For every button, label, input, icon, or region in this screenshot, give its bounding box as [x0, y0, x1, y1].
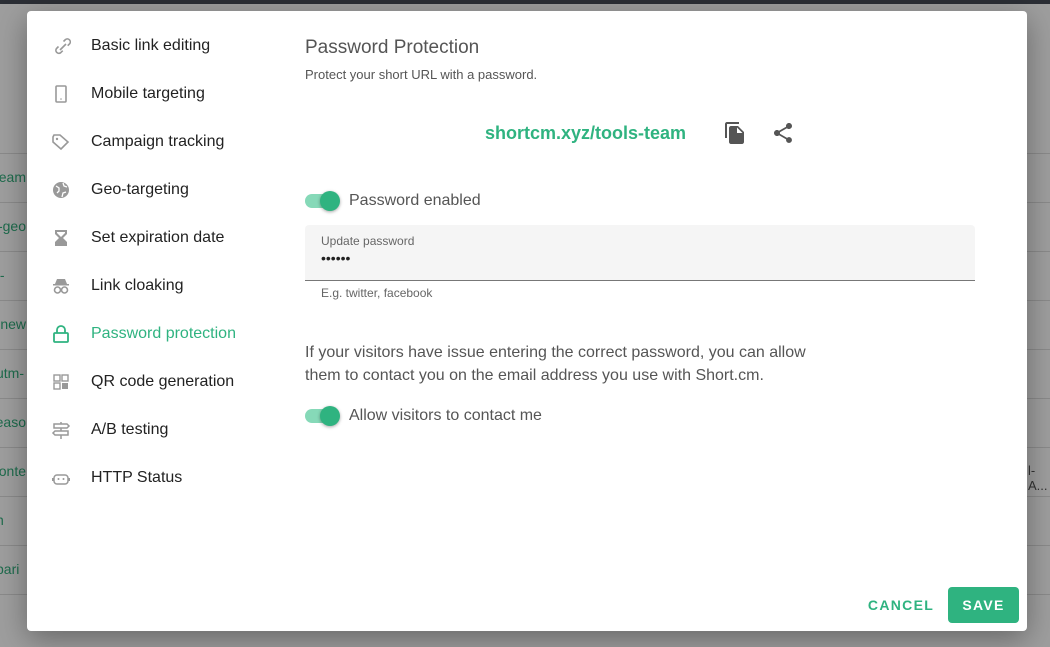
background-cell: l-A...: [1028, 463, 1048, 493]
link-settings-dialog: Basic link editing Mobile targeting Campai…: [27, 11, 1027, 631]
sidebar-item-http-status[interactable]: HTTP Status: [27, 454, 287, 502]
hourglass-icon: [55, 230, 67, 246]
update-password-field[interactable]: Update password: [305, 225, 975, 281]
background-link: f-new: [0, 316, 26, 332]
robot-icon: [52, 474, 70, 485]
contact-info-text: If your visitors have issue entering the…: [305, 344, 806, 384]
share-icon[interactable]: [771, 121, 795, 145]
sidebar-item-label: Basic link editing: [91, 37, 211, 54]
background-link: -t: [0, 267, 5, 283]
mobile-icon: [55, 85, 67, 103]
settings-sidebar: Basic link editing Mobile targeting Campai…: [27, 22, 287, 502]
link-icon: [55, 38, 71, 55]
save-button[interactable]: SAVE: [948, 587, 1019, 623]
background-link: reaso: [0, 414, 26, 430]
background-link: -utm: [0, 365, 25, 381]
sidebar-item-label: Geo-targeting: [91, 181, 189, 198]
password-input[interactable]: [321, 250, 951, 266]
update-password-label: Update password: [321, 234, 415, 248]
sidebar-item-a-b-testing[interactable]: A/B testing: [27, 406, 287, 454]
sidebar-item-password-protection[interactable]: Password protection: [27, 310, 287, 358]
sidebar-item-link-cloaking[interactable]: Link cloaking: [27, 262, 287, 310]
sidebar-item-label: Set expiration date: [91, 229, 225, 246]
background-link: pari: [0, 561, 20, 577]
signpost-icon: [51, 422, 71, 439]
password-enabled-toggle[interactable]: [305, 191, 341, 211]
page-subtitle: Protect your short URL with a password.: [305, 67, 538, 82]
background-link: tools-team: [0, 169, 26, 185]
password-hint: E.g. twitter, facebook: [321, 286, 433, 300]
sidebar-item-geo-targeting[interactable]: Geo-targeting: [27, 166, 287, 214]
sidebar-item-mobile-targeting[interactable]: Mobile targeting: [27, 70, 287, 118]
sidebar-item-qr-code-generation[interactable]: QR code generation: [27, 358, 287, 406]
incognito-icon: [53, 279, 69, 294]
background-link: n: [0, 512, 26, 528]
background-link: tools-geo: [0, 218, 26, 234]
cancel-button[interactable]: CANCEL: [861, 587, 941, 623]
tag-icon: [52, 134, 70, 151]
sidebar-item-campaign-tracking[interactable]: Campaign tracking: [27, 118, 287, 166]
top-bar: [0, 0, 1050, 4]
globe-icon: [53, 182, 69, 198]
allow-contact-label: Allow visitors to contact me: [349, 407, 542, 424]
sidebar-item-basic-link-editing[interactable]: Basic link editing: [27, 22, 287, 70]
qr-code-icon: [53, 374, 69, 390]
short-url-link[interactable]: shortcm.xyz/tools-team: [485, 123, 686, 144]
sidebar-item-label: Mobile targeting: [91, 85, 205, 102]
sidebar-item-label: Campaign tracking: [91, 133, 225, 150]
sidebar-item-label: Password protection: [91, 325, 236, 342]
allow-contact-toggle[interactable]: [305, 406, 341, 426]
copy-icon[interactable]: [723, 121, 747, 145]
password-enabled-label: Password enabled: [349, 192, 481, 209]
sidebar-item-label: QR code generation: [91, 373, 235, 390]
lock-icon: [53, 325, 69, 343]
sidebar-item-label: HTTP Status: [91, 469, 183, 486]
sidebar-item-set-expiration-date[interactable]: Set expiration date: [27, 214, 287, 262]
sidebar-item-label: Link cloaking: [91, 277, 184, 294]
sidebar-item-label: A/B testing: [91, 421, 169, 438]
page-title: Password Protection: [305, 37, 480, 58]
background-link: conte: [0, 463, 26, 479]
